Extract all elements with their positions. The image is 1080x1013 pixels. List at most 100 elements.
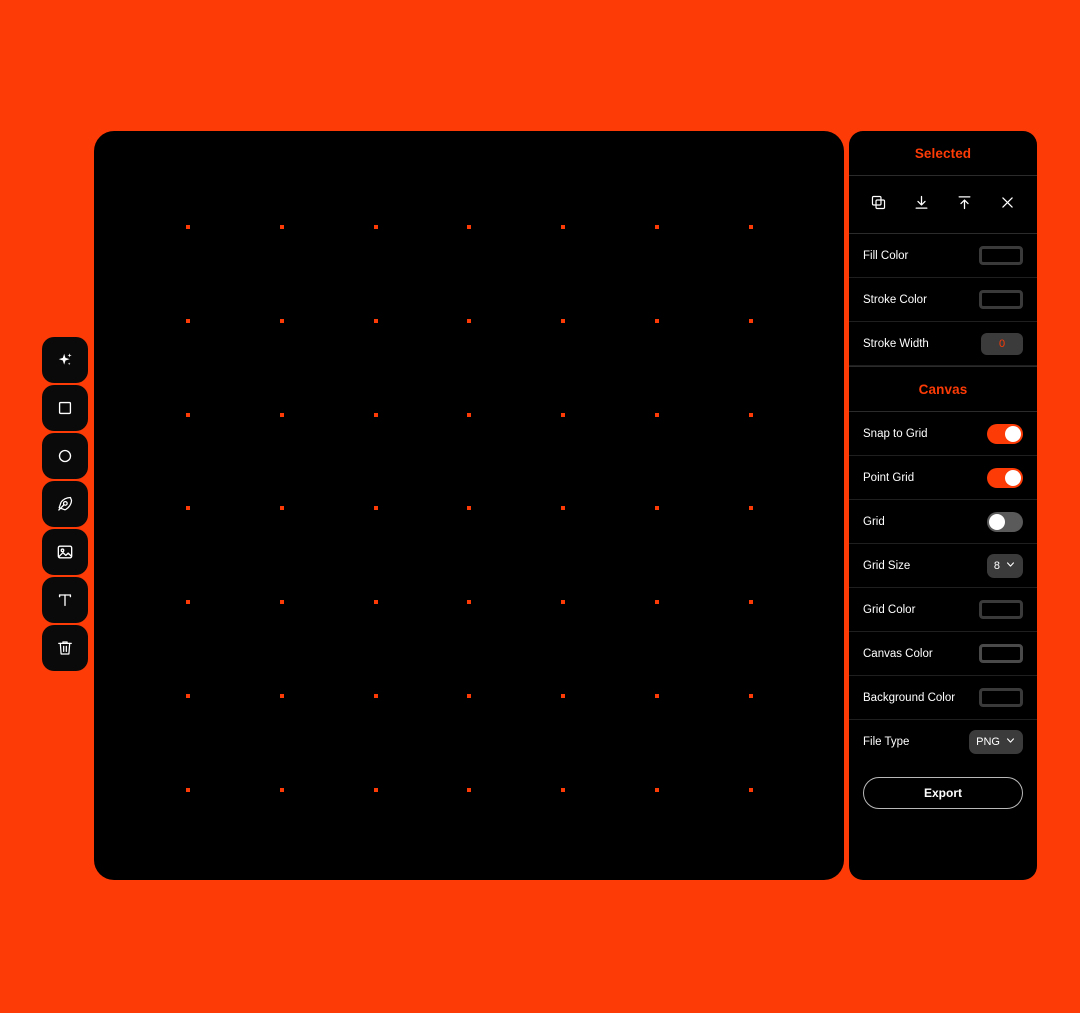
row-background-color[interactable]: Background Color bbox=[849, 676, 1037, 720]
point-grid-label: Point Grid bbox=[863, 471, 915, 484]
grid-dot bbox=[561, 225, 566, 229]
grid-size-value: 8 bbox=[993, 559, 1000, 572]
pen-nib-icon bbox=[55, 494, 75, 514]
text-icon bbox=[55, 590, 75, 610]
close-icon bbox=[999, 194, 1016, 216]
grid-dot bbox=[279, 412, 284, 417]
left-toolbar bbox=[42, 337, 88, 671]
text-tool[interactable] bbox=[42, 577, 88, 623]
grid-dot bbox=[279, 787, 284, 792]
point-grid-toggle[interactable] bbox=[987, 467, 1023, 488]
selected-section-title: Selected bbox=[849, 131, 1037, 176]
grid-dot bbox=[748, 412, 753, 417]
grid-dot bbox=[279, 600, 284, 605]
row-grid[interactable]: Grid bbox=[849, 500, 1037, 544]
row-file-type[interactable]: File Type PNG bbox=[849, 720, 1037, 764]
file-type-select[interactable]: PNG bbox=[969, 730, 1023, 754]
row-snap-to-grid[interactable]: Snap to Grid bbox=[849, 412, 1037, 456]
row-stroke-color[interactable]: Stroke Color bbox=[849, 278, 1037, 322]
upload-icon bbox=[956, 194, 973, 216]
snap-to-grid-toggle[interactable] bbox=[987, 423, 1023, 444]
square-icon bbox=[55, 398, 75, 418]
export-section: Export bbox=[849, 764, 1037, 809]
grid-dot bbox=[467, 412, 472, 417]
delete-tool[interactable] bbox=[42, 625, 88, 671]
grid-dot bbox=[373, 600, 378, 605]
row-grid-size[interactable]: Grid Size 8 bbox=[849, 544, 1037, 588]
grid-dot bbox=[186, 600, 190, 605]
file-type-label: File Type bbox=[863, 736, 910, 748]
grid-dot bbox=[748, 600, 753, 605]
grid-dot bbox=[279, 506, 284, 511]
grid-dot bbox=[467, 694, 472, 698]
grid-toggle[interactable] bbox=[987, 511, 1023, 532]
rectangle-tool[interactable] bbox=[42, 385, 88, 431]
canvas-section-title: Canvas bbox=[849, 366, 1037, 412]
file-type-value: PNG bbox=[976, 736, 1000, 748]
grid-color-label: Grid Color bbox=[863, 603, 916, 616]
stroke-width-input[interactable]: 0 bbox=[981, 332, 1023, 355]
background-color-label: Background Color bbox=[863, 691, 956, 704]
grid-dot bbox=[655, 412, 659, 417]
grid-dot bbox=[186, 318, 190, 323]
close-button[interactable] bbox=[994, 191, 1022, 219]
image-tool[interactable] bbox=[42, 529, 88, 575]
grid-dot bbox=[373, 506, 378, 511]
grid-dot bbox=[186, 412, 190, 417]
ellipse-tool[interactable] bbox=[42, 433, 88, 479]
grid-size-label: Grid Size bbox=[863, 559, 911, 572]
background-color-swatch[interactable] bbox=[979, 688, 1023, 707]
canvas-color-swatch[interactable] bbox=[979, 644, 1023, 663]
design-canvas[interactable] bbox=[94, 131, 844, 880]
grid-dot bbox=[561, 600, 566, 605]
grid-dot bbox=[561, 787, 566, 792]
grid-dot bbox=[561, 506, 566, 511]
grid-dot bbox=[748, 694, 753, 698]
grid-dot bbox=[748, 318, 753, 323]
pen-tool[interactable] bbox=[42, 481, 88, 527]
row-grid-color[interactable]: Grid Color bbox=[849, 588, 1037, 632]
row-point-grid[interactable]: Point Grid bbox=[849, 456, 1037, 500]
download-icon bbox=[913, 194, 930, 216]
export-button[interactable]: Export bbox=[863, 777, 1023, 809]
grid-dot bbox=[561, 318, 566, 323]
grid-dot bbox=[186, 225, 190, 229]
chevron-down-icon bbox=[1005, 559, 1016, 573]
snap-to-grid-label: Snap to Grid bbox=[863, 427, 928, 440]
grid-dot bbox=[467, 225, 472, 229]
grid-dot bbox=[467, 506, 472, 511]
duplicate-button[interactable] bbox=[865, 191, 893, 219]
trash-icon bbox=[55, 638, 75, 658]
grid-color-swatch[interactable] bbox=[979, 600, 1023, 619]
grid-dot bbox=[655, 506, 659, 511]
copy-icon bbox=[870, 194, 887, 216]
grid-label: Grid bbox=[863, 515, 885, 528]
grid-dot bbox=[561, 412, 566, 417]
grid-dot bbox=[373, 787, 378, 792]
fill-color-label: Fill Color bbox=[863, 249, 909, 262]
download-button[interactable] bbox=[908, 191, 936, 219]
row-stroke-width[interactable]: Stroke Width 0 bbox=[849, 322, 1037, 366]
grid-dot bbox=[279, 225, 284, 229]
grid-dot bbox=[655, 225, 659, 229]
row-canvas-color[interactable]: Canvas Color bbox=[849, 632, 1037, 676]
upload-button[interactable] bbox=[951, 191, 979, 219]
circle-icon bbox=[55, 446, 75, 466]
row-fill-color[interactable]: Fill Color bbox=[849, 234, 1037, 278]
fill-color-swatch[interactable] bbox=[979, 246, 1023, 265]
stroke-color-label: Stroke Color bbox=[863, 293, 927, 306]
grid-dot bbox=[655, 600, 659, 605]
grid-dot bbox=[186, 506, 190, 511]
stroke-color-swatch[interactable] bbox=[979, 290, 1023, 309]
grid-size-select[interactable]: 8 bbox=[986, 553, 1023, 578]
point-grid bbox=[94, 131, 844, 880]
grid-dot bbox=[279, 694, 284, 698]
magic-wand-tool[interactable] bbox=[42, 337, 88, 383]
grid-dot bbox=[279, 318, 284, 323]
selected-actions-row bbox=[849, 176, 1037, 234]
grid-dot bbox=[186, 694, 190, 698]
grid-dot bbox=[748, 225, 753, 229]
grid-dot bbox=[373, 318, 378, 323]
grid-dot bbox=[373, 412, 378, 417]
grid-dot bbox=[467, 787, 472, 792]
